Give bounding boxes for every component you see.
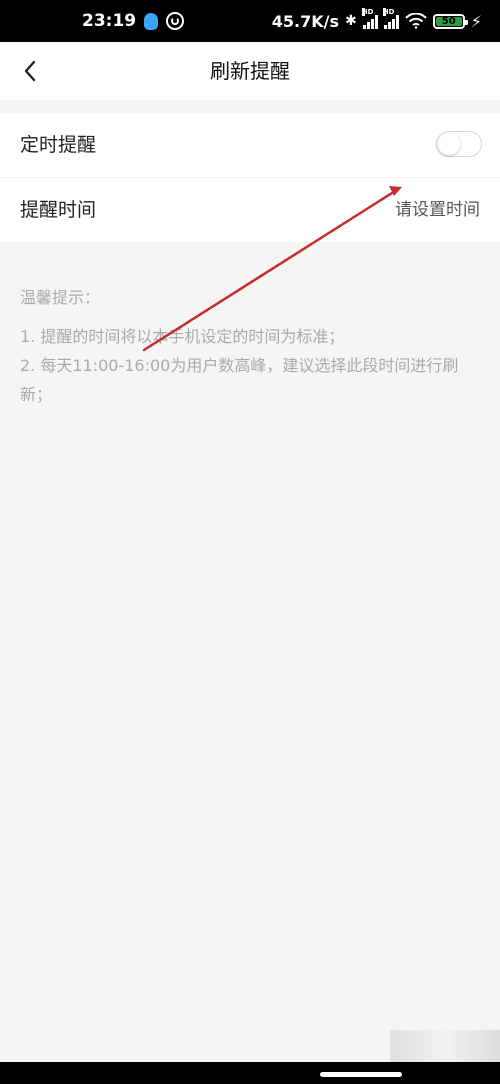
charging-icon: ⚡	[470, 11, 482, 31]
target-icon	[166, 12, 185, 30]
signal-icon: HD	[382, 7, 399, 29]
status-time: 23:19	[82, 11, 137, 31]
qq-icon	[144, 12, 159, 30]
tips-section: 温馨提示： 1. 提醒的时间将以本手机设定的时间为标准； 2. 每天11:00-…	[20, 284, 485, 409]
reminder-time-row[interactable]: 提醒时间 请设置时间	[0, 178, 500, 242]
nav-bar: 刷新提醒	[0, 42, 500, 100]
network-speed: 45.7K/s	[271, 11, 340, 31]
bluetooth-icon: ✱	[345, 13, 357, 29]
settings-card: 定时提醒 提醒时间 请设置时间	[0, 113, 500, 242]
timed-reminder-row: 定时提醒	[0, 113, 500, 178]
status-right: 45.7K/s ✱ HD HD 50 ⚡	[272, 0, 482, 42]
reminder-time-label: 提醒时间	[20, 199, 97, 221]
home-indicator[interactable]	[320, 1072, 402, 1077]
wifi-icon	[405, 13, 427, 29]
page-title: 刷新提醒	[210, 59, 290, 83]
battery-icon: 50	[432, 13, 468, 29]
bottom-bar	[0, 1062, 500, 1084]
tip-item-2: 2. 每天11:00-16:00为用户数高峰，建议选择此段时间进行刷新；	[20, 356, 459, 404]
status-bar: 23:19 45.7K/s ✱ HD HD 50 ⚡	[0, 0, 500, 42]
tip-item-1: 1. 提醒的时间将以本手机设定的时间为标准；	[20, 327, 345, 346]
tips-title: 温馨提示：	[20, 288, 101, 307]
signal-icon: HD	[361, 7, 378, 29]
status-left: 23:19	[82, 0, 185, 42]
hd-icon: HD	[361, 7, 374, 16]
battery-level: 50	[435, 16, 462, 27]
toggle-knob	[438, 133, 460, 155]
timed-reminder-toggle[interactable]	[436, 131, 482, 157]
hd-icon: HD	[382, 7, 395, 16]
reminder-time-value[interactable]: 请设置时间	[395, 178, 480, 242]
timed-reminder-label: 定时提醒	[20, 134, 97, 156]
